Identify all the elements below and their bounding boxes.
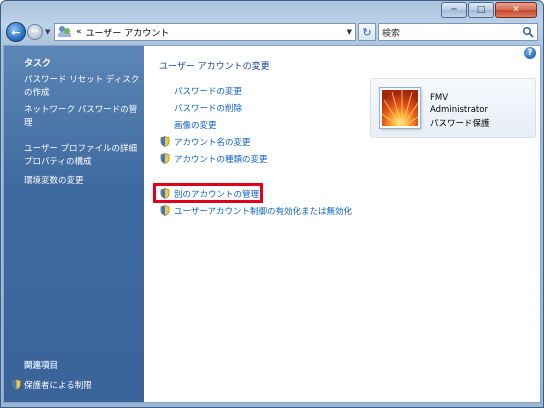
user-role: Administrator: [430, 105, 488, 115]
main-panel: ? ユーザー アカウントの変更 パスワードの変更 パスワードの削除 画像の変更 …: [144, 46, 540, 402]
minimize-button[interactable]: ─: [441, 2, 467, 18]
search-input[interactable]: 検索: [378, 23, 538, 41]
window-content: タスク パスワード リセット ディスクの作成 ネットワーク パスワードの管理 ユ…: [3, 45, 541, 403]
task-pane: タスク パスワード リセット ディスクの作成 ネットワーク パスワードの管理 ユ…: [4, 46, 144, 402]
back-button[interactable]: ←: [6, 22, 26, 42]
toggle-uac-link[interactable]: ユーザーアカウント制御の有効化または無効化: [174, 205, 352, 217]
search-placeholder: 検索: [382, 28, 401, 39]
task-configure-profile-properties[interactable]: ユーザー プロファイルの詳細プロパティの構成: [24, 143, 140, 169]
recent-pages-dropdown-icon[interactable]: ▼: [45, 28, 53, 36]
change-password-link[interactable]: パスワードの変更: [174, 85, 242, 97]
task-pane-heading: タスク: [24, 59, 52, 69]
user-accounts-icon: [58, 26, 72, 38]
close-button[interactable]: ✕: [495, 2, 537, 18]
address-bar[interactable]: « ユーザー アカウント ▼: [54, 23, 356, 41]
uac-shield-icon: [160, 153, 170, 164]
control-panel-window: ─ □ ✕ ← → ▼ « ユーザー アカウント ▼ ↻ 検索 タスク パスワー…: [0, 0, 544, 408]
breadcrumb-overflow-chevron[interactable]: «: [76, 27, 82, 37]
refresh-icon: ↻: [362, 25, 372, 39]
search-icon[interactable]: [522, 26, 534, 38]
forward-button[interactable]: →: [27, 24, 43, 40]
related-heading: 関連項目: [24, 361, 59, 371]
change-account-name-link[interactable]: アカウント名の変更: [174, 136, 251, 148]
task-create-password-reset-disk[interactable]: パスワード リセット ディスクの作成: [24, 74, 140, 100]
password-status: パスワード保護: [430, 119, 490, 129]
uac-shield-icon: [12, 379, 21, 390]
navigation-bar: ← → ▼ « ユーザー アカウント ▼ ↻ 検索: [1, 22, 543, 44]
title-bar: ─ □ ✕: [1, 1, 543, 23]
user-account-card: FMV Administrator パスワード保護: [370, 78, 536, 138]
task-change-environment-variables[interactable]: 環境変数の変更: [24, 175, 140, 188]
change-account-type-link[interactable]: アカウントの種類の変更: [174, 153, 268, 165]
uac-shield-icon: [160, 188, 170, 199]
user-name: FMV: [430, 93, 449, 103]
uac-shield-icon: [160, 136, 170, 147]
maximize-button[interactable]: □: [468, 2, 494, 18]
flower-picture-icon: [382, 90, 418, 126]
page-title: ユーザー アカウントの変更: [159, 62, 270, 72]
avatar: [380, 88, 420, 128]
address-dropdown-icon[interactable]: ▼: [347, 28, 352, 36]
change-picture-link[interactable]: 画像の変更: [174, 119, 217, 131]
related-parental-controls[interactable]: 保護者による制限: [24, 379, 92, 391]
remove-password-link[interactable]: パスワードの削除: [174, 102, 242, 114]
task-manage-network-passwords[interactable]: ネットワーク パスワードの管理: [24, 104, 140, 130]
breadcrumb-user-accounts[interactable]: ユーザー アカウント: [86, 26, 170, 39]
help-icon[interactable]: ?: [524, 47, 536, 59]
refresh-button[interactable]: ↻: [358, 23, 376, 41]
uac-shield-icon: [160, 205, 170, 216]
manage-another-account-link[interactable]: 別のアカウントの管理: [174, 188, 259, 200]
window-controls: ─ □ ✕: [440, 2, 537, 18]
